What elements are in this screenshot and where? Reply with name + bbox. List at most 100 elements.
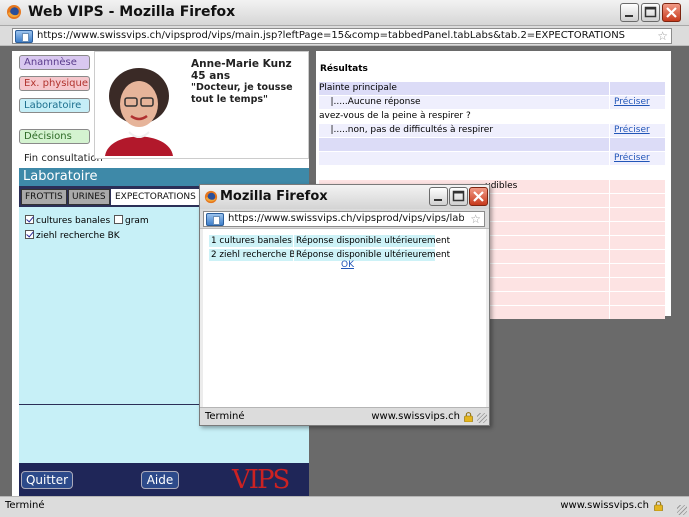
nav-laboratoire-button[interactable]: Laboratoire: [19, 98, 90, 113]
page-icon: [206, 213, 224, 226]
vips-logo: VIPS: [232, 465, 292, 495]
popup-status-domain: www.swissvips.ch: [371, 411, 460, 422]
patient-card: Anne-Marie Kunz 45 ans "Docteur, je tous…: [94, 51, 309, 159]
check-gram[interactable]: gram: [114, 215, 149, 227]
result-row: |.....non, pas de difficultés à respirer…: [319, 124, 665, 137]
lab-exam-name: ziehl recherche BK: [219, 250, 302, 260]
result-row: |.....Aucune réponse Préciser: [319, 96, 665, 109]
tab-expectorations[interactable]: EXPECTORATIONS: [111, 189, 200, 205]
nav-decisions-button[interactable]: Décisions: [19, 129, 90, 144]
popup-minimize-button[interactable]: [429, 187, 448, 206]
results-title: Résultats: [320, 64, 368, 74]
popup-maximize-button[interactable]: [449, 187, 468, 206]
status-text: Terminé: [5, 500, 45, 511]
column-divider: [609, 250, 610, 263]
column-divider: [609, 222, 610, 235]
tab-urines[interactable]: URINES: [68, 189, 110, 205]
popup-title: Mozilla Firefox: [220, 189, 328, 204]
column-divider: [609, 306, 610, 319]
popup-address-bar: https://www.swissvips.ch/vipsprod/vips/v…: [200, 209, 489, 229]
column-divider: [609, 278, 610, 291]
popup-status-bar: Terminé www.swissvips.ch: [200, 407, 489, 425]
preciser-link[interactable]: Préciser: [614, 152, 650, 165]
lock-icon: [654, 501, 663, 511]
nav-fin-consultation-button[interactable]: Fin consultation: [19, 151, 103, 166]
nav-anamnese-button[interactable]: Anamnèse: [19, 55, 90, 70]
maximize-icon: [452, 190, 465, 202]
popup-status-text: Terminé: [205, 411, 245, 422]
result-row: [319, 166, 665, 179]
check-label: gram: [125, 216, 149, 226]
popup-ok-link[interactable]: OK: [341, 260, 354, 270]
window-title: Web VIPS - Mozilla Firefox: [28, 4, 236, 20]
lock-icon: [464, 412, 473, 422]
preciser-link[interactable]: Préciser: [614, 96, 650, 109]
column-divider: [609, 236, 610, 249]
checkbox[interactable]: [25, 230, 34, 239]
popup-window: Mozilla Firefox https://www.swissvips.ch…: [199, 184, 490, 426]
checkbox[interactable]: [114, 215, 123, 224]
column-divider: [609, 96, 610, 109]
minimize-icon: [434, 199, 442, 201]
check-label: cultures banales: [36, 216, 111, 226]
column-divider: [609, 138, 610, 151]
result-row: Plainte principale: [319, 82, 665, 95]
lab-row-number: 2: [211, 250, 217, 260]
patient-age: 45 ans: [191, 70, 231, 82]
popup-url-field[interactable]: https://www.swissvips.ch/vipsprod/vips/v…: [203, 211, 485, 227]
check-cultures-banales[interactable]: cultures banales: [25, 215, 110, 227]
column-divider: [609, 180, 610, 193]
bookmark-star-icon[interactable]: ☆: [470, 212, 481, 226]
resize-grip[interactable]: [677, 505, 687, 515]
column-divider: [609, 124, 610, 137]
maximize-button[interactable]: [641, 3, 660, 22]
patient-complaint: "Docteur, je tousse tout le temps": [191, 82, 293, 105]
nav-ex-physique-button[interactable]: Ex. physique: [19, 76, 90, 91]
url-text: https://www.swissvips.ch/vipsprod/vips/m…: [37, 30, 626, 41]
check-ziehl-recherche-bk[interactable]: ziehl recherche BK: [25, 230, 120, 242]
result-row: [319, 138, 665, 151]
resize-grip[interactable]: [477, 413, 487, 423]
maximize-icon: [644, 6, 657, 18]
column-divider: [609, 292, 610, 305]
lab-row-number: 1: [211, 236, 217, 246]
column-divider: [609, 194, 610, 207]
popup-close-button[interactable]: [469, 187, 488, 206]
popup-title-bar: Mozilla Firefox: [200, 185, 489, 209]
result-row: avez-vous de la peine à respirer ?: [319, 110, 665, 123]
status-domain: www.swissvips.ch: [560, 500, 649, 511]
vips-logo-text: VIPS: [232, 465, 290, 495]
bookmark-star-icon[interactable]: ☆: [657, 29, 668, 43]
preciser-link[interactable]: Préciser: [614, 124, 650, 137]
minimize-button[interactable]: [620, 3, 639, 22]
result-text: Plainte principale: [319, 83, 397, 93]
firefox-icon: [7, 5, 21, 19]
close-button[interactable]: [662, 3, 681, 22]
lab-result-text: Réponse disponible ultérieurement: [294, 249, 451, 261]
column-divider: [609, 82, 610, 95]
firefox-icon: [204, 190, 218, 204]
column-divider: [609, 264, 610, 277]
lab-result-text: Réponse disponible ultérieurement: [294, 235, 451, 247]
result-text: |.....Aucune réponse: [319, 97, 421, 107]
checkbox[interactable]: [25, 215, 34, 224]
close-icon: [666, 7, 677, 18]
url-field[interactable]: https://www.swissvips.ch/vipsprod/vips/m…: [12, 28, 672, 44]
column-divider: [609, 110, 610, 123]
minimize-icon: [625, 15, 633, 17]
close-icon: [473, 191, 484, 202]
aide-button[interactable]: Aide: [141, 471, 179, 489]
result-row: Préciser: [319, 152, 665, 165]
column-divider: [609, 152, 610, 165]
address-bar: https://www.swissvips.ch/vipsprod/vips/m…: [0, 26, 689, 46]
patient-name: Anne-Marie Kunz: [191, 58, 292, 70]
result-text: avez-vous de la peine à respirer ?: [319, 111, 471, 121]
status-bar: Terminé www.swissvips.ch: [0, 496, 689, 517]
page-content: Anamnèse Ex. physique Laboratoire Décisi…: [0, 46, 689, 496]
page-icon: [15, 30, 33, 43]
column-divider: [609, 166, 610, 179]
popup-content: 1 cultures banales Réponse disponible ul…: [203, 229, 486, 407]
lab-exam-cell: 2 ziehl recherche BK: [209, 249, 301, 261]
tab-frottis[interactable]: FROTTIS: [21, 189, 67, 205]
quitter-button[interactable]: Quitter: [21, 471, 73, 489]
